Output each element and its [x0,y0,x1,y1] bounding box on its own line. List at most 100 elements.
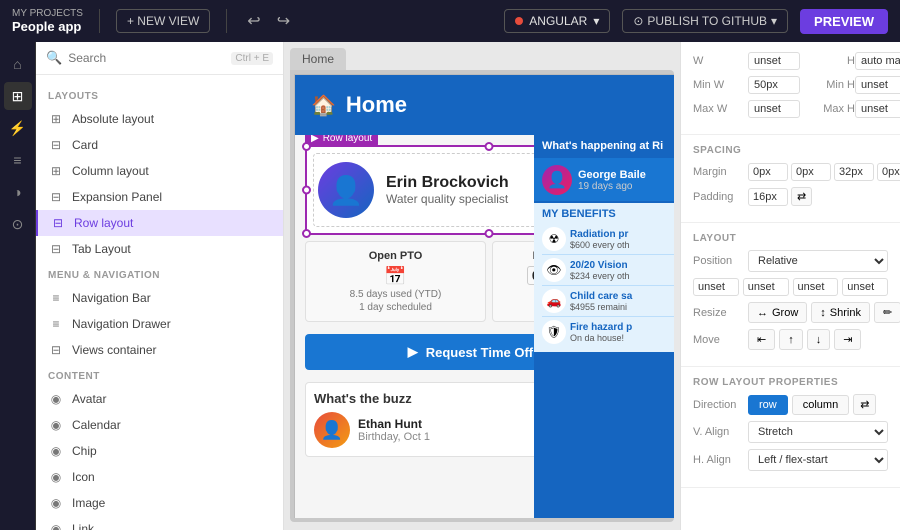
margin-bottom-input[interactable] [834,163,874,181]
padding-input[interactable] [748,188,788,206]
pos-top[interactable] [693,278,739,296]
home-icon: 🏠 [311,93,336,118]
min-w-input[interactable] [748,76,800,94]
nav-theme-icon[interactable]: ◑ [4,178,32,206]
move-prev-button[interactable]: ↑ [779,329,803,350]
h-input[interactable] [855,52,900,70]
handle-tl[interactable] [302,142,311,151]
tab-layout-icon: ⊟ [48,241,64,257]
nav-drawer-icon: ≡ [48,316,64,332]
person-name: George Baile [578,169,646,181]
benefit1-amount: $600 every oth [570,240,630,250]
margin-right-input[interactable] [791,163,831,181]
redo-button[interactable]: ↪ [273,7,294,35]
v-align-select[interactable]: Stretch flex-start center flex-end [748,421,888,443]
handle-bl[interactable] [302,229,311,238]
shrink-button[interactable]: ↕ Shrink [811,302,870,323]
max-w-input[interactable] [748,100,800,118]
move-next-button[interactable]: ↓ [807,329,831,350]
sidebar-item-views-container[interactable]: ⊟ Views container [36,337,283,363]
sidebar-item-avatar[interactable]: ◉ Avatar [36,386,283,412]
margin-left-input[interactable] [877,163,900,181]
sidebar-item-absolute-layout[interactable]: ⊞ Absolute layout [36,106,283,132]
move-buttons: ⇤ ↑ ↓ ⇥ [748,329,888,350]
sidebar-item-nav-drawer[interactable]: ≡ Navigation Drawer [36,311,283,337]
min-h-input[interactable] [855,76,900,94]
sidebar-item-card[interactable]: ⊟ Card [36,132,283,158]
direction-row: Direction row column ⇄ [693,394,888,415]
spacing-title: SPACING [693,145,888,156]
resize-edit-button[interactable]: ✏ [874,302,900,323]
move-first-button[interactable]: ⇤ [748,329,775,350]
canvas-tab[interactable]: Home [290,48,346,70]
pos-left[interactable] [842,278,888,296]
sidebar-item-column-layout[interactable]: ⊞ Column layout [36,158,283,184]
nav-layers-icon[interactable]: ≡ [4,146,32,174]
w-input[interactable] [748,52,800,70]
publish-label: PUBLISH TO GITHUB [647,14,767,28]
pto-title1: Open PTO [314,250,477,262]
publish-button[interactable]: ⊙ PUBLISH TO GITHUB ▾ [622,9,788,33]
handle-bm[interactable] [485,229,494,238]
position-select[interactable]: Relative Absolute [748,250,888,272]
dir-row-button[interactable]: row [748,395,788,415]
sidebar-item-image[interactable]: ◉ Image [36,490,283,516]
nav-settings-icon[interactable]: ⊙ [4,210,32,238]
h-align-select[interactable]: Left / flex-start center flex-end [748,449,888,471]
max-w-label: Max W [693,103,748,115]
resize-label: Resize [693,307,748,319]
nav-components-icon[interactable]: ⊞ [4,82,32,110]
profile-role: Water quality specialist [386,192,509,206]
angular-badge[interactable]: ANGULAR ▾ [504,9,610,33]
grow-button[interactable]: ↔ Grow [748,302,807,323]
preview-button[interactable]: PREVIEW [800,9,888,34]
margin-top-input[interactable] [748,163,788,181]
wh-section: W H Min W Min H Max W Max H [681,42,900,135]
request-label: Request Time Off [426,345,533,360]
nav-home-icon[interactable]: ⌂ [4,50,32,78]
sidebar-item-icon[interactable]: ◉ Icon [36,464,283,490]
angular-dot [515,17,523,25]
benefit4-name: Fire hazard p [570,322,632,333]
sidebar-item-link[interactable]: ◉ Link [36,516,283,530]
row-layout-props-section: ROW LAYOUT PROPERTIES Direction row colu… [681,367,900,488]
search-input[interactable] [68,51,225,65]
pos-bottom[interactable] [793,278,839,296]
handle-ml[interactable] [302,186,311,195]
sidebar-item-chip[interactable]: ◉ Chip [36,438,283,464]
sidebar-item-expansion-panel[interactable]: ⊟ Expansion Panel [36,184,283,210]
benefits-title: MY BENEFITS [542,208,674,220]
absolute-layout-icon: ⊞ [48,111,64,127]
padding-row: Padding ⇄ [693,187,888,206]
sidebar-item-nav-bar[interactable]: ≡ Navigation Bar [36,285,283,311]
padding-link-button[interactable]: ⇄ [791,187,812,206]
nav-data-icon[interactable]: ⚡ [4,114,32,142]
min-h-label: Min H [800,79,855,91]
resize-row: Resize ↔ Grow ↕ Shrink ✏ [693,302,888,323]
handle-tm[interactable] [485,142,494,151]
avatar-icon: ◉ [48,391,64,407]
min-w-label: Min W [693,79,748,91]
sidebar-item-calendar[interactable]: ◉ Calendar [36,412,283,438]
sidebar-item-label: Absolute layout [72,112,154,126]
sidebar-item-label: Image [72,496,105,510]
swap-direction-button[interactable]: ⇄ [853,394,876,415]
spacing-section: SPACING Margin ⇄ Padding ⇄ [681,135,900,223]
app-header-title: Home [346,92,407,118]
benefit1-info: Radiation pr $600 every oth [570,229,630,250]
image-icon: ◉ [48,495,64,511]
undo-button[interactable]: ↩ [243,7,264,35]
dir-column-button[interactable]: column [792,395,849,415]
person-avatar: 👤 [542,165,572,195]
max-h-input[interactable] [855,100,900,118]
sidebar-item-row-layout[interactable]: ⊟ Row layout [36,210,283,236]
card-icon: ⊟ [48,137,64,153]
move-row: Move ⇤ ↑ ↓ ⇥ [693,329,888,350]
sidebar-item-tab-layout[interactable]: ⊟ Tab Layout [36,236,283,262]
pos-right[interactable] [743,278,789,296]
benefit3-info: Child care sa $4955 remaini [570,291,632,312]
profile-info: Erin Brockovich Water quality specialist [386,174,509,206]
move-last-button[interactable]: ⇥ [834,329,861,350]
menu-section-label: MENU & NAVIGATION [36,262,283,285]
new-view-button[interactable]: + NEW VIEW [116,9,210,33]
